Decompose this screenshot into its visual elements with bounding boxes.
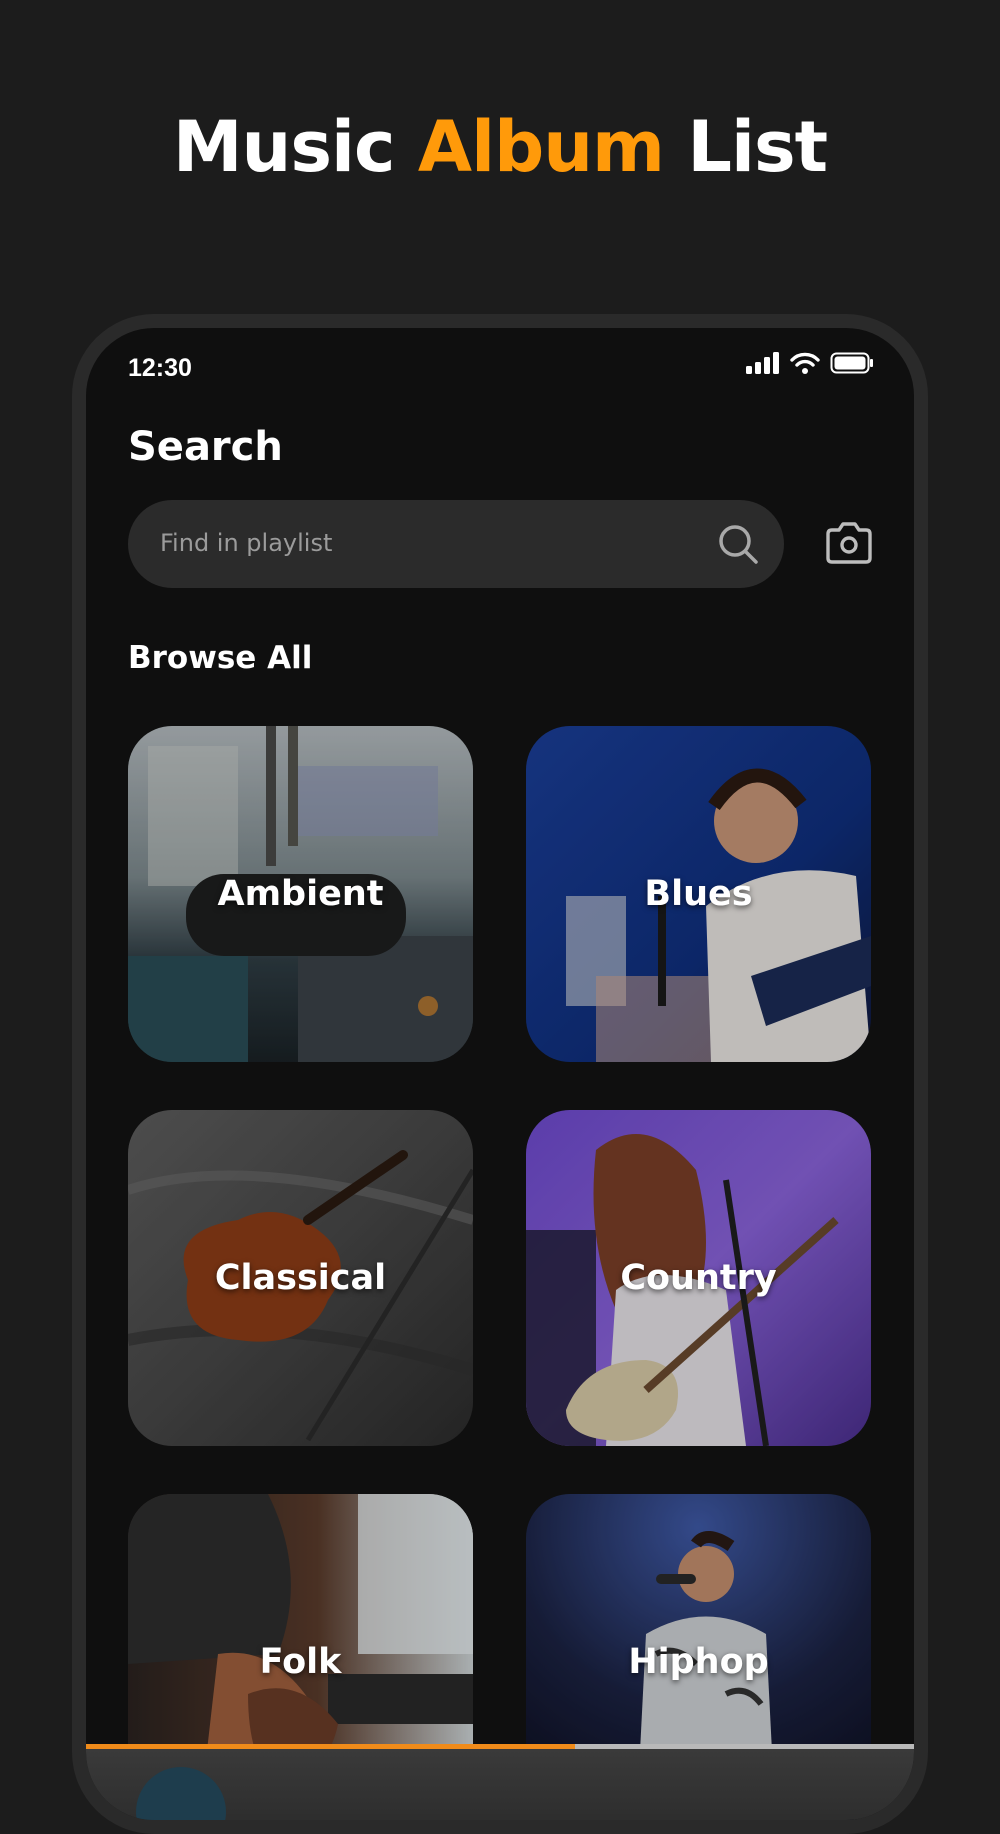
genre-label: Ambient	[217, 874, 384, 914]
camera-icon[interactable]	[824, 520, 874, 566]
cellular-signal-icon	[746, 352, 779, 374]
now-playing-artwork	[136, 1767, 226, 1820]
genre-label: Classical	[214, 1258, 387, 1298]
genre-card-blues[interactable]: Blues	[526, 726, 871, 1062]
search-heading: Search	[128, 424, 283, 470]
promo-title-word-album: Album	[417, 106, 665, 188]
genre-card-country[interactable]: Country	[526, 1110, 871, 1446]
phone-screen: 12:30 Search Find in playlist Browse All…	[86, 328, 914, 1820]
genre-card-ambient[interactable]: Ambient	[128, 726, 473, 1062]
genre-label: Country	[620, 1258, 777, 1298]
mini-player[interactable]	[86, 1749, 914, 1820]
wifi-icon	[790, 352, 820, 374]
promo-title-word-list: List	[687, 106, 828, 188]
promo-title: Music Album List	[0, 112, 1000, 182]
search-icon[interactable]	[716, 522, 760, 566]
phone-frame: 12:30 Search Find in playlist Browse All…	[72, 314, 928, 1834]
battery-icon	[830, 352, 873, 374]
genre-card-classical[interactable]: Classical	[128, 1110, 473, 1446]
genre-label: Hiphop	[628, 1642, 769, 1682]
status-bar: 12:30	[86, 328, 914, 388]
status-time: 12:30	[128, 354, 192, 382]
genre-label: Folk	[259, 1642, 342, 1682]
promo-title-word-music: Music	[172, 106, 396, 188]
browse-all-heading: Browse All	[128, 640, 313, 676]
genre-label: Blues	[644, 874, 753, 914]
search-input[interactable]: Find in playlist	[128, 500, 784, 588]
status-icons	[746, 352, 874, 374]
search-placeholder: Find in playlist	[160, 529, 333, 557]
